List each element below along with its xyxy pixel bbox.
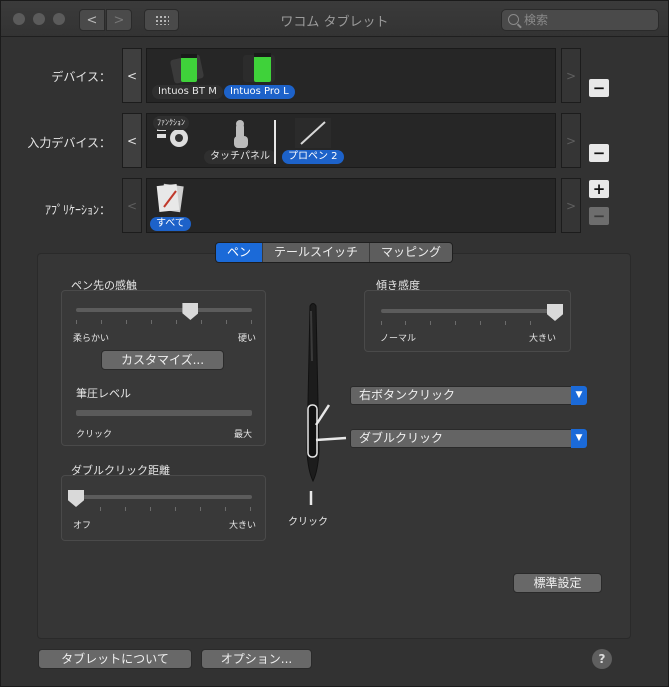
pen-icon (294, 118, 331, 148)
customize-button[interactable]: カスタマイズ... (101, 350, 224, 370)
devices-scroll-right[interactable]: > (561, 48, 581, 103)
applications-list (146, 178, 556, 233)
input-tile-pro-pen-2[interactable]: プロペン 2 (282, 116, 344, 164)
touch-hand-icon (234, 120, 248, 148)
apps-scroll-left[interactable]: < (122, 178, 142, 233)
options-button[interactable]: オプション... (201, 649, 312, 669)
remove-application-button[interactable]: − (589, 207, 609, 225)
input-divider (274, 120, 276, 164)
all-apps-icon (157, 183, 185, 213)
input-tile-touch[interactable]: タッチパネル (204, 116, 276, 164)
tab-tail-switch[interactable]: テールスイッチ (263, 243, 371, 262)
tablet-icon (243, 53, 276, 82)
double-click-min-label: オフ (73, 521, 92, 531)
lower-button-select[interactable]: ダブルクリック ▼ (350, 429, 587, 448)
chevron-down-icon: ▼ (571, 429, 587, 448)
lower-button-value: ダブルクリック (359, 431, 444, 445)
upper-button-value: 右ボタンクリック (359, 388, 456, 402)
tilt-slider-track[interactable] (381, 309, 555, 313)
title-bar: < > ワコム タブレット 検索 (1, 1, 668, 37)
devices-scroll-left[interactable]: < (122, 48, 142, 103)
double-click-distance-group (61, 475, 266, 541)
pressure-level-title: 筆圧レベル (76, 387, 131, 400)
tip-feel-min-label: 柔らかい (73, 334, 110, 344)
tab-pen[interactable]: ペン (216, 243, 264, 262)
input-devices-label: 入力デバイス： (27, 136, 111, 150)
help-button[interactable]: ? (592, 649, 612, 669)
tilt-max-label: 大きい (529, 334, 557, 344)
tip-function-label: クリック (288, 517, 328, 528)
pressure-level-bar (76, 410, 252, 416)
tilt-min-label: ノーマル (380, 334, 417, 344)
preferences-window: < > ワコム タブレット 検索 デバイス： < > − Intuos BT M… (0, 0, 669, 687)
input-label: ﾌｧﾝｸｼｮﾝ (153, 116, 189, 130)
default-button[interactable]: 標準設定 (513, 573, 602, 593)
input-label: プロペン 2 (282, 150, 344, 164)
upper-button-select[interactable]: 右ボタンクリック ▼ (350, 386, 587, 405)
tablet-icon (170, 54, 205, 84)
apps-scroll-right[interactable]: > (561, 178, 581, 233)
pen-illustration-icon (306, 303, 347, 505)
app-label: すべて (150, 217, 191, 231)
input-label: タッチパネル (204, 150, 276, 164)
inputs-scroll-right[interactable]: > (561, 113, 581, 168)
tip-feel-max-label: 硬い (238, 334, 257, 344)
pressure-min-label: クリック (76, 430, 113, 440)
app-tile-all[interactable]: すべて (150, 181, 191, 231)
remove-device-button[interactable]: − (589, 79, 609, 97)
search-field[interactable]: 検索 (501, 9, 659, 31)
devices-label: デバイス： (51, 70, 111, 84)
device-tile-intuos-bt-m[interactable]: Intuos BT M (152, 51, 223, 99)
double-click-slider-track[interactable] (76, 495, 252, 499)
add-application-button[interactable]: + (589, 180, 609, 198)
search-placeholder: 検索 (524, 13, 549, 27)
tab-bar: ペン テールスイッチ マッピング (215, 242, 454, 263)
chevron-down-icon: ▼ (571, 386, 587, 405)
device-label: Intuos BT M (152, 85, 223, 99)
applications-label: ｱﾌﾟﾘｹｰｼｮﾝ： (44, 203, 111, 217)
remove-input-device-button[interactable]: − (589, 144, 609, 162)
tab-mapping[interactable]: マッピング (370, 243, 453, 262)
pressure-max-label: 最大 (234, 430, 253, 440)
tip-feel-slider-track[interactable] (76, 308, 252, 312)
about-tablet-button[interactable]: タブレットについて (38, 649, 192, 669)
double-click-max-label: 大きい (229, 521, 257, 531)
search-icon (508, 14, 519, 25)
input-tile-functions[interactable]: ﾌｧﾝｸｼｮﾝ (151, 116, 191, 150)
device-label: Intuos Pro L (224, 85, 295, 99)
device-tile-intuos-pro-l[interactable]: Intuos Pro L (224, 51, 295, 99)
inputs-scroll-left[interactable]: < (122, 113, 142, 168)
